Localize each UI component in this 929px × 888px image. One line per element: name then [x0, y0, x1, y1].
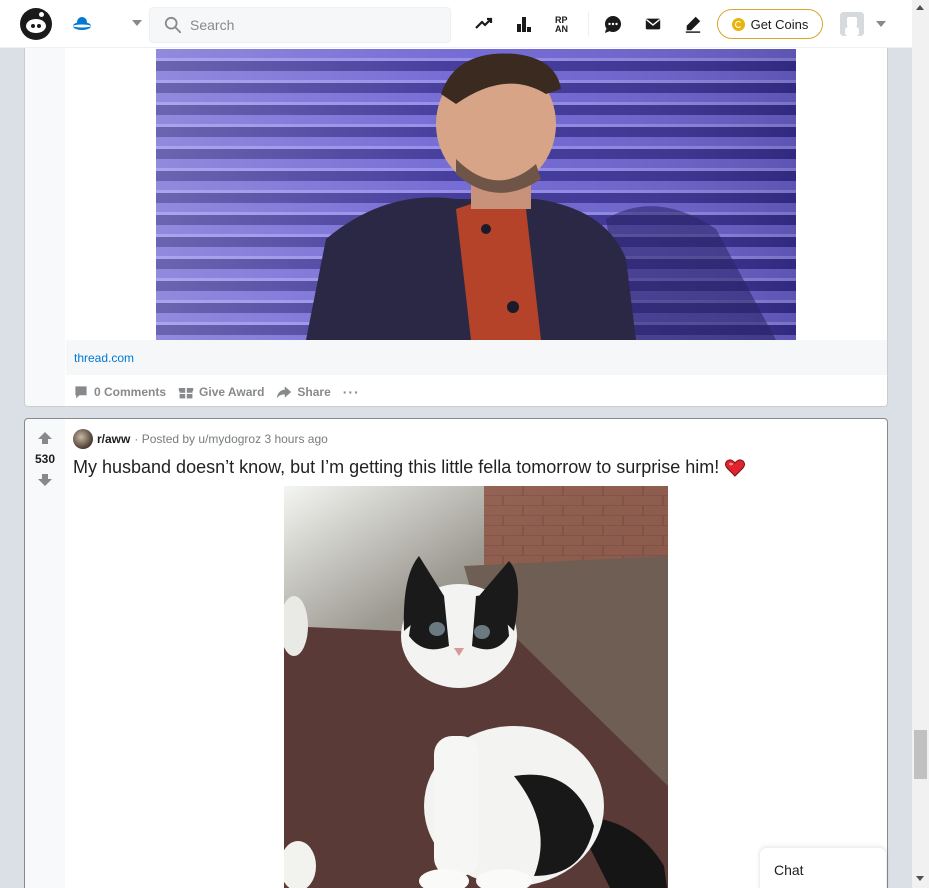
search-input[interactable] [190, 15, 440, 35]
heart-emoji-icon [725, 458, 746, 477]
downvote-icon[interactable] [37, 473, 53, 487]
vote-score: 530 [34, 452, 56, 466]
post-image[interactable] [284, 486, 668, 888]
create-post-icon[interactable] [681, 12, 705, 36]
scroll-up-arrow-icon[interactable] [916, 5, 924, 10]
search-icon [164, 16, 182, 34]
scroll-thumb[interactable] [914, 730, 927, 779]
posted-by[interactable]: · Posted by u/mydogroz [134, 432, 261, 446]
link-domain[interactable]: thread.com [74, 351, 134, 365]
chat-panel[interactable]: Chat [759, 847, 887, 888]
coin-icon [731, 17, 745, 31]
give-award-button[interactable]: Give Award [178, 384, 264, 400]
header-divider [588, 12, 589, 36]
comment-icon [75, 386, 87, 399]
mail-icon[interactable] [641, 12, 665, 36]
post-meta: r/aww · Posted by u/mydogroz 3 hours ago [73, 429, 328, 449]
rpan-icon[interactable]: RP AN [552, 12, 576, 36]
subreddit-icon[interactable] [73, 429, 93, 449]
post-card[interactable]: thread.com 0 Comments Give Award Share ·… [24, 0, 888, 407]
search-bar[interactable] [149, 7, 451, 43]
subreddit-link[interactable]: r/aww [97, 432, 130, 446]
home-feed-icon[interactable] [70, 12, 94, 36]
user-avatar[interactable] [840, 12, 864, 36]
post-actions: 0 Comments Give Award Share ··· [73, 382, 360, 402]
page-scrollbar[interactable] [912, 0, 929, 888]
chat-icon[interactable] [601, 12, 625, 36]
vote-column [25, 0, 65, 406]
link-preview-bar: thread.com [66, 340, 887, 375]
upvote-icon[interactable] [37, 431, 53, 445]
post-time: 3 hours ago [264, 432, 328, 446]
chevron-down-icon[interactable] [876, 21, 886, 27]
post-title[interactable]: My husband doesn’t know, but I’m getting… [73, 457, 746, 478]
chevron-down-icon[interactable] [132, 20, 142, 26]
vote-column: 530 [25, 419, 65, 888]
more-options-button[interactable]: ··· [343, 384, 360, 400]
stats-icon[interactable] [512, 12, 536, 36]
post-image[interactable] [156, 49, 796, 340]
reddit-logo-icon[interactable] [20, 8, 52, 40]
share-icon [277, 386, 292, 399]
scroll-down-arrow-icon[interactable] [916, 876, 924, 881]
comments-button[interactable]: 0 Comments [73, 384, 166, 400]
trending-icon[interactable] [472, 12, 496, 36]
svg-text:AN: AN [555, 24, 568, 34]
get-coins-button[interactable]: Get Coins [717, 9, 823, 39]
share-button[interactable]: Share [276, 384, 331, 400]
top-nav-bar: RPAN Get Coins [0, 0, 912, 48]
gift-icon [178, 388, 194, 399]
post-card[interactable]: 530 r/aww · Posted by u/mydogroz 3 hours… [24, 418, 888, 888]
